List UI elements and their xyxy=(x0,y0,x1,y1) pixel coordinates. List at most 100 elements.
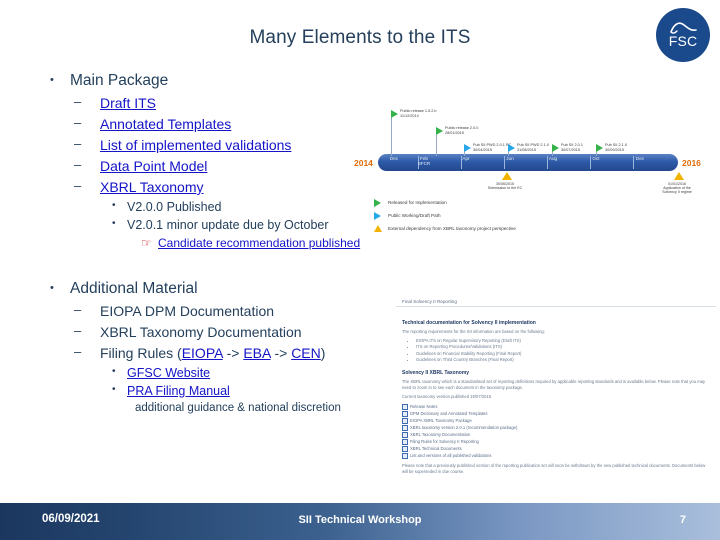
timeline-year-start: 2014 xyxy=(354,158,373,168)
dot-marker: • xyxy=(112,218,116,229)
link-gfsc-website[interactable]: GFSC Website xyxy=(127,366,210,380)
doc-check-item: EIOPA XBRL Taxonomy Package xyxy=(402,417,710,424)
link-candidate-recommendation[interactable]: Candidate recommendation published xyxy=(158,236,360,250)
timeline-graphic: 2014 2016 Dec Feb SFCR Apr Jun Aug Oct D… xyxy=(352,96,716,196)
doc-check-item: XBRL taxonomy version 2.0.1 (recommendat… xyxy=(402,424,710,431)
dash-marker: – xyxy=(74,136,82,151)
timeline-flag-green xyxy=(596,144,603,152)
dash-marker: – xyxy=(74,94,82,109)
timeline-dependency-label: Submission to the EC xyxy=(487,186,523,190)
timeline-flag-green xyxy=(436,127,443,135)
timeline-dependency-label: Application of the Solvency II regime xyxy=(662,186,692,195)
legend-label: External dependency from XBRL taxonomy p… xyxy=(388,226,516,231)
label-eiopa-dpm-doc: EIOPA DPM Documentation xyxy=(100,303,275,319)
footer-page-number: 7 xyxy=(679,514,686,526)
pointing-hand-icon: ☞ xyxy=(141,236,152,250)
timeline-milestone-date: 31/08/2015 xyxy=(517,148,537,152)
bullet-marker: • xyxy=(50,282,54,294)
bullet-main-package: • Main Package xyxy=(0,70,430,91)
label-v201-update: V2.0.1 minor update due by October xyxy=(127,218,329,232)
timeline-year-end: 2016 xyxy=(682,158,701,168)
filing-rules-prefix: Filing Rules ( xyxy=(100,345,182,361)
doc-paragraph-1: The reporting requirements for the SII i… xyxy=(402,329,545,334)
list-item-pra-filing-manual[interactable]: • PRA Filing Manual xyxy=(0,382,430,400)
timeline-milestone-title: Public release 1.5.2.b xyxy=(400,109,437,113)
doc-check-item: DPM Dictionary and Annotated Templates xyxy=(402,410,710,417)
timeline-stem xyxy=(391,112,392,156)
dash-marker: – xyxy=(74,157,82,172)
timeline-legend: Released for Implementation Public Worki… xyxy=(372,196,622,235)
bullet-label: Additional Material xyxy=(70,280,198,297)
legend-row-draft: Public Working/Draft Path xyxy=(372,209,622,222)
timeline-month-jun: Jun xyxy=(506,156,514,161)
warning-triangle-icon xyxy=(374,225,382,232)
filing-rules-suffix: ) xyxy=(320,345,326,361)
list-item-candidate-recommendation[interactable]: ☞ Candidate recommendation published xyxy=(0,234,430,252)
doc-check-item: XBRL Technical Documents xyxy=(402,445,710,452)
timeline-milestone-date: 30/04/2015 xyxy=(473,148,493,152)
dash-marker: – xyxy=(74,323,82,338)
list-item-eiopa-dpm-doc: – EIOPA DPM Documentation xyxy=(0,301,430,321)
timeline-month-oct: Oct xyxy=(592,156,600,161)
list-item-v201-update: • V2.0.1 minor update due by October xyxy=(0,216,430,234)
list-item-filing-rules[interactable]: – Filing Rules (EIOPA -> EBA -> CEN) xyxy=(0,343,430,363)
note-additional-guidance: additional guidance & national discretio… xyxy=(135,402,341,414)
timeline-milestone-date: 28/01/2015 xyxy=(445,131,465,135)
doc-paragraph-2: The XBRL taxonomy which is a standardise… xyxy=(402,378,706,390)
doc-footer-paragraph: Please note that a previously published … xyxy=(402,462,706,474)
link-data-point-model[interactable]: Data Point Model xyxy=(100,158,207,174)
legend-label: Released for Implementation xyxy=(388,200,447,205)
blue-flag-icon xyxy=(374,212,381,220)
link-annotated-templates[interactable]: Annotated Templates xyxy=(100,116,231,132)
link-eiopa[interactable]: EIOPA xyxy=(182,345,223,361)
doc-heading-2: Solvency II XBRL Taxonomy xyxy=(402,369,470,376)
timeline-month-apr: Apr xyxy=(462,156,470,161)
filing-rules-sep2: -> xyxy=(270,345,292,361)
timeline-flag-blue xyxy=(464,144,471,152)
doc-bullet: Guidelines on Third Country Branches (Fi… xyxy=(416,357,710,363)
doc-bullet-list: EIOPA ITS on Regular Supervisory Reporti… xyxy=(416,338,710,364)
link-cen[interactable]: CEN xyxy=(291,345,321,361)
bullet-label: Main Package xyxy=(70,72,169,89)
timeline-flag-green xyxy=(552,144,559,152)
timeline-month-feb: Feb SFCR xyxy=(417,156,431,167)
link-pra-filing-manual[interactable]: PRA Filing Manual xyxy=(127,384,230,398)
list-item-gfsc-website[interactable]: • GFSC Website xyxy=(0,364,430,382)
document-screenshot: Final Solvency II Reporting Technical do… xyxy=(396,296,716,486)
dash-marker: – xyxy=(74,115,82,130)
link-implemented-validations[interactable]: List of implemented validations xyxy=(100,137,291,153)
bullet-marker: • xyxy=(50,74,54,86)
dot-marker: • xyxy=(112,384,116,395)
dash-marker: – xyxy=(74,178,82,193)
link-draft-its[interactable]: Draft ITS xyxy=(100,95,156,111)
link-xbrl-taxonomy[interactable]: XBRL Taxonomy xyxy=(100,179,204,195)
legend-row-released: Released for Implementation xyxy=(372,196,622,209)
page-title: Many Elements to the ITS xyxy=(249,27,471,48)
timeline-milestone-title: Pub SII PWD 2.0.1 RC xyxy=(473,143,512,147)
timeline-milestone-title: Public release 2.0.0 xyxy=(445,126,479,130)
timeline-milestone-date: 11/12/2014 xyxy=(400,114,419,118)
dash-marker: – xyxy=(74,344,82,359)
list-item-xbrl-taxonomy-doc: – XBRL Taxonomy Documentation xyxy=(0,322,430,342)
doc-check-item: XBRL Taxonomy Documentation xyxy=(402,431,710,438)
timeline-month-dec1: Dec xyxy=(389,156,399,161)
dot-marker: • xyxy=(112,200,116,211)
timeline-milestone-title: Pub SII PWD 2.1.0 xyxy=(517,143,549,147)
link-eba[interactable]: EBA xyxy=(243,345,270,361)
doc-paragraph-3: Current taxonomy version published 19/07… xyxy=(402,393,492,399)
label-xbrl-taxonomy-doc: XBRL Taxonomy Documentation xyxy=(100,324,302,340)
slide-footer: 06/09/2021 SII Technical Workshop 7 xyxy=(0,503,720,540)
label-v200-published: V2.0.0 Published xyxy=(127,200,222,214)
footer-title: SII Technical Workshop xyxy=(298,514,422,526)
doc-heading-1: Technical documentation for Solvency II … xyxy=(402,320,536,326)
filing-rules-sep1: -> xyxy=(222,345,244,361)
timeline-dependency-icon xyxy=(502,172,512,180)
timeline-month-aug: Aug xyxy=(548,156,558,161)
timeline-flag-blue xyxy=(508,144,515,152)
dot-marker: • xyxy=(112,366,116,377)
timeline-dependency-icon xyxy=(674,172,684,180)
doc-check-item: Filing Rules for Solvency II Reporting xyxy=(402,438,710,445)
timeline-month-dec2: Dec xyxy=(635,156,645,161)
timeline-milestone-date: 30/09/2015 xyxy=(605,148,625,152)
